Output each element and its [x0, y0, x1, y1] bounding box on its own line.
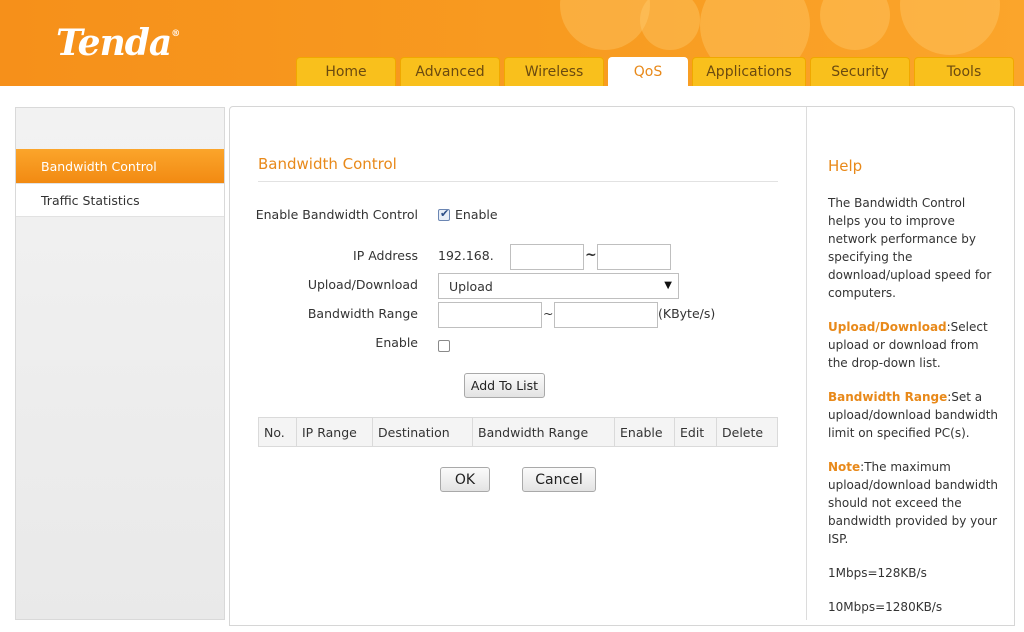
- help-key-upload-download: Upload/Download: [828, 320, 947, 334]
- upload-download-label: Upload/Download: [307, 277, 418, 292]
- help-key-note: Note: [828, 460, 861, 474]
- tab-qos[interactable]: QoS: [608, 57, 688, 86]
- bandwidth-range-label: Bandwidth Range: [307, 306, 418, 321]
- sidebar: Bandwidth Control Traffic Statistics: [15, 107, 225, 620]
- top-nav: Home Advanced Wireless QoS Applications …: [296, 57, 1018, 86]
- tenda-logo: Tenda®: [56, 22, 180, 64]
- page-title: Bandwidth Control: [258, 155, 397, 173]
- ip-start-input[interactable]: [510, 244, 584, 270]
- enable-bandwidth-checkbox[interactable]: [438, 207, 450, 221]
- help-upload-download: Upload/Download:Select upload or downloa…: [828, 318, 1000, 372]
- tab-advanced[interactable]: Advanced: [400, 57, 500, 86]
- enable-rule-label: Enable: [375, 335, 418, 350]
- upload-download-value: Upload: [449, 278, 493, 294]
- help-title: Help: [828, 157, 863, 175]
- col-enable: Enable: [615, 418, 675, 446]
- bandwidth-min-input[interactable]: [438, 302, 542, 328]
- col-bandwidth-range: Bandwidth Range: [473, 418, 615, 446]
- help-text: The Bandwidth Control helps you to impro…: [828, 194, 1000, 632]
- rules-table-header: No. IP Range Destination Bandwidth Range…: [258, 417, 778, 447]
- col-no: No.: [259, 418, 297, 446]
- ip-prefix: 192.168.: [438, 248, 494, 263]
- upload-download-select[interactable]: Upload ▼: [438, 273, 679, 299]
- tab-wireless[interactable]: Wireless: [504, 57, 604, 86]
- ip-range-tilde: ~: [585, 247, 597, 263]
- cancel-button[interactable]: Cancel: [522, 467, 596, 492]
- ok-button[interactable]: OK: [440, 467, 490, 492]
- help-bandwidth-range: Bandwidth Range:Set a upload/download ba…: [828, 388, 1000, 442]
- logo-text: Tenda: [56, 22, 172, 64]
- bandwidth-max-input[interactable]: [554, 302, 658, 328]
- col-edit: Edit: [675, 418, 717, 446]
- ip-address-label: IP Address: [353, 248, 418, 263]
- col-ip-range: IP Range: [297, 418, 373, 446]
- help-note: Note:The maximum upload/download bandwid…: [828, 458, 1000, 548]
- tab-applications[interactable]: Applications: [692, 57, 806, 86]
- help-key-bandwidth-range: Bandwidth Range: [828, 390, 948, 404]
- tab-security[interactable]: Security: [810, 57, 910, 86]
- sidebar-item-bandwidth-control[interactable]: Bandwidth Control: [16, 149, 224, 183]
- col-delete: Delete: [722, 424, 764, 440]
- bandwidth-unit: (KByte/s): [658, 306, 716, 321]
- help-conversion-1: 1Mbps=128KB/s: [828, 566, 927, 580]
- enable-rule-checkbox[interactable]: [438, 340, 450, 352]
- help-intro: The Bandwidth Control helps you to impro…: [828, 196, 992, 300]
- decor-bubble: [900, 0, 1000, 55]
- enable-bandwidth-text: Enable: [455, 207, 498, 222]
- add-to-list-button[interactable]: Add To List: [464, 373, 545, 398]
- sidebar-item-traffic-statistics[interactable]: Traffic Statistics: [16, 183, 224, 217]
- decor-bubble: [640, 0, 700, 50]
- dropdown-arrow-icon: ▼: [664, 280, 672, 291]
- help-conversion-2: 10Mbps=1280KB/s: [828, 600, 943, 614]
- enable-bandwidth-label: Enable Bandwidth Control: [255, 207, 418, 222]
- header-bar: Tenda® Home Advanced Wireless QoS Applic…: [0, 0, 1024, 86]
- tab-tools[interactable]: Tools: [914, 57, 1014, 86]
- bandwidth-range-tilde: ~: [543, 306, 554, 321]
- decor-bubble: [820, 0, 890, 50]
- title-underline: [258, 181, 778, 182]
- logo-registered-mark: ®: [171, 29, 180, 39]
- help-divider: [806, 107, 807, 620]
- ip-end-input[interactable]: [597, 244, 671, 270]
- tab-home[interactable]: Home: [296, 57, 396, 86]
- col-destination: Destination: [373, 418, 473, 446]
- decor-bubble: [560, 0, 650, 50]
